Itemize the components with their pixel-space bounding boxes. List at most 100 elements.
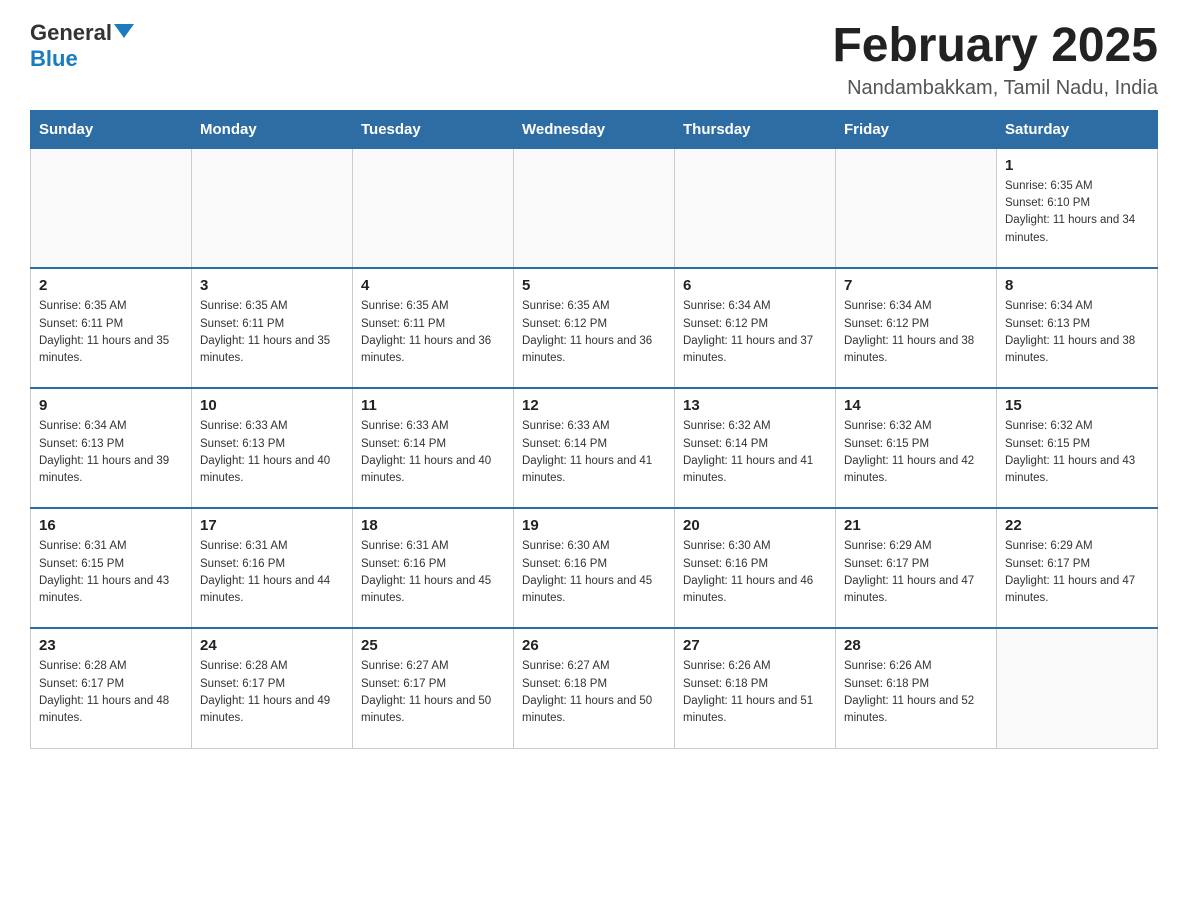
day-info: Sunrise: 6:30 AMSunset: 6:16 PMDaylight:… [683,538,827,607]
day-info: Sunrise: 6:33 AMSunset: 6:13 PMDaylight:… [200,418,344,487]
title-area: February 2025 Nandambakkam, Tamil Nadu, … [832,20,1158,100]
table-row [997,628,1158,748]
table-row: 14Sunrise: 6:32 AMSunset: 6:15 PMDayligh… [836,388,997,508]
table-row: 20 Sunrise: 6:30 AMSunset: 6:16 PMDayligh… [675,508,836,628]
day-info: Sunrise: 6:26 AMSunset: 6:18 PMDaylight:… [683,658,827,727]
day-number: 6 [683,277,827,294]
calendar-week-row: 16 Sunrise: 6:31 AMSunset: 6:15 PMDayligh… [31,508,1158,628]
day-info: Sunrise: 6:34 AMSunset: 6:12 PMDaylight:… [844,298,988,367]
day-info: Sunrise: 6:32 AMSunset: 6:14 PMDaylight:… [683,418,827,487]
day-number: 20 [683,517,827,534]
table-row: 3 Sunrise: 6:35 AMSunset: 6:11 PMDaylight… [192,268,353,388]
calendar-header-row: Sunday Monday Tuesday Wednesday Thursday… [31,110,1158,148]
day-info: Sunrise: 6:31 AMSunset: 6:15 PMDaylight:… [39,538,183,607]
day-info: Sunrise: 6:35 AMSunset: 6:11 PMDaylight:… [361,298,505,367]
table-row: 9 Sunrise: 6:34 AMSunset: 6:13 PMDaylight… [31,388,192,508]
calendar-table: Sunday Monday Tuesday Wednesday Thursday… [30,110,1158,749]
day-number: 11 [361,397,505,414]
day-info: Sunrise: 6:34 AMSunset: 6:12 PMDaylight:… [683,298,827,367]
calendar-week-row: 1Sunrise: 6:35 AMSunset: 6:10 PMDaylight… [31,148,1158,268]
day-number: 22 [1005,517,1149,534]
table-row: 5 Sunrise: 6:35 AMSunset: 6:12 PMDaylight… [514,268,675,388]
logo-triangle-icon [114,24,134,38]
day-number: 2 [39,277,183,294]
day-info: Sunrise: 6:28 AMSunset: 6:17 PMDaylight:… [39,658,183,727]
day-number: 19 [522,517,666,534]
header-sunday: Sunday [31,110,192,148]
day-number: 18 [361,517,505,534]
day-number: 24 [200,637,344,654]
table-row: 21 Sunrise: 6:29 AMSunset: 6:17 PMDayligh… [836,508,997,628]
table-row: 12 Sunrise: 6:33 AMSunset: 6:14 PMDayligh… [514,388,675,508]
day-number: 14 [844,397,988,414]
day-number: 21 [844,517,988,534]
table-row: 4 Sunrise: 6:35 AMSunset: 6:11 PMDaylight… [353,268,514,388]
header-wednesday: Wednesday [514,110,675,148]
logo: General Blue [30,20,134,72]
table-row: 7 Sunrise: 6:34 AMSunset: 6:12 PMDaylight… [836,268,997,388]
table-row: 27 Sunrise: 6:26 AMSunset: 6:18 PMDayligh… [675,628,836,748]
day-number: 8 [1005,277,1149,294]
table-row: 25 Sunrise: 6:27 AMSunset: 6:17 PMDayligh… [353,628,514,748]
table-row: 10Sunrise: 6:33 AMSunset: 6:13 PMDayligh… [192,388,353,508]
day-number: 28 [844,637,988,654]
day-info: Sunrise: 6:28 AMSunset: 6:17 PMDaylight:… [200,658,344,727]
table-row [836,148,997,268]
calendar-week-row: 9 Sunrise: 6:34 AMSunset: 6:13 PMDaylight… [31,388,1158,508]
day-info: Sunrise: 6:33 AMSunset: 6:14 PMDaylight:… [361,418,505,487]
day-number: 23 [39,637,183,654]
table-row: 28 Sunrise: 6:26 AMSunset: 6:18 PMDayligh… [836,628,997,748]
day-info: Sunrise: 6:35 AMSunset: 6:12 PMDaylight:… [522,298,666,367]
header-tuesday: Tuesday [353,110,514,148]
day-info: Sunrise: 6:33 AMSunset: 6:14 PMDaylight:… [522,418,666,487]
header-thursday: Thursday [675,110,836,148]
day-number: 3 [200,277,344,294]
table-row [514,148,675,268]
table-row: 8 Sunrise: 6:34 AMSunset: 6:13 PMDaylight… [997,268,1158,388]
day-info: Sunrise: 6:35 AMSunset: 6:11 PMDaylight:… [39,298,183,367]
table-row: 17 Sunrise: 6:31 AMSunset: 6:16 PMDayligh… [192,508,353,628]
header-monday: Monday [192,110,353,148]
table-row: 15Sunrise: 6:32 AMSunset: 6:15 PMDayligh… [997,388,1158,508]
table-row [353,148,514,268]
table-row: 11 Sunrise: 6:33 AMSunset: 6:14 PMDayligh… [353,388,514,508]
day-info: Sunrise: 6:26 AMSunset: 6:18 PMDaylight:… [844,658,988,727]
day-info: Sunrise: 6:27 AMSunset: 6:17 PMDaylight:… [361,658,505,727]
day-info: Sunrise: 6:27 AMSunset: 6:18 PMDaylight:… [522,658,666,727]
day-number: 17 [200,517,344,534]
header-friday: Friday [836,110,997,148]
table-row: 24 Sunrise: 6:28 AMSunset: 6:17 PMDayligh… [192,628,353,748]
day-info: Sunrise: 6:31 AMSunset: 6:16 PMDaylight:… [200,538,344,607]
day-number: 15 [1005,397,1149,414]
logo-general-text: General [30,20,112,46]
table-row: 22 Sunrise: 6:29 AMSunset: 6:17 PMDayligh… [997,508,1158,628]
day-info: Sunrise: 6:31 AMSunset: 6:16 PMDaylight:… [361,538,505,607]
day-number: 1 [1005,157,1149,174]
day-number: 25 [361,637,505,654]
day-info: Sunrise: 6:29 AMSunset: 6:17 PMDaylight:… [844,538,988,607]
day-info: Sunrise: 6:34 AMSunset: 6:13 PMDaylight:… [1005,298,1149,367]
day-number: 4 [361,277,505,294]
table-row [31,148,192,268]
day-info: Sunrise: 6:30 AMSunset: 6:16 PMDaylight:… [522,538,666,607]
day-info: Sunrise: 6:29 AMSunset: 6:17 PMDaylight:… [1005,538,1149,607]
table-row: 13 Sunrise: 6:32 AMSunset: 6:14 PMDayligh… [675,388,836,508]
day-number: 27 [683,637,827,654]
day-number: 9 [39,397,183,414]
table-row: 19 Sunrise: 6:30 AMSunset: 6:16 PMDayligh… [514,508,675,628]
table-row: 18 Sunrise: 6:31 AMSunset: 6:16 PMDayligh… [353,508,514,628]
table-row: 26 Sunrise: 6:27 AMSunset: 6:18 PMDayligh… [514,628,675,748]
day-number: 7 [844,277,988,294]
day-info: Sunrise: 6:35 AMSunset: 6:11 PMDaylight:… [200,298,344,367]
day-number: 12 [522,397,666,414]
header-saturday: Saturday [997,110,1158,148]
table-row: 2 Sunrise: 6:35 AMSunset: 6:11 PMDaylight… [31,268,192,388]
table-row: 16 Sunrise: 6:31 AMSunset: 6:15 PMDayligh… [31,508,192,628]
location: Nandambakkam, Tamil Nadu, India [832,77,1158,100]
calendar-week-row: 23 Sunrise: 6:28 AMSunset: 6:17 PMDayligh… [31,628,1158,748]
day-number: 5 [522,277,666,294]
day-number: 16 [39,517,183,534]
day-number: 26 [522,637,666,654]
day-number: 13 [683,397,827,414]
day-info: Sunrise: 6:34 AMSunset: 6:13 PMDaylight:… [39,418,183,487]
